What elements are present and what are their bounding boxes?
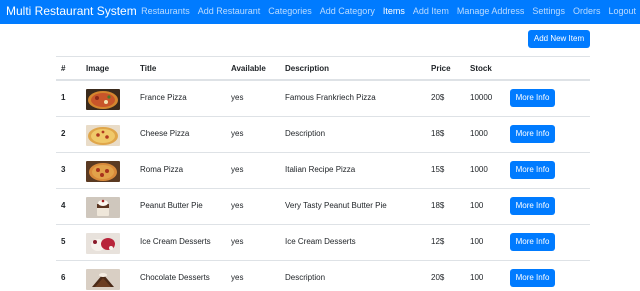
nav-link-add-item[interactable]: Add Item [413,6,449,17]
nav-link-restaurants[interactable]: Restaurants [141,6,190,17]
item-title: France Pizza [140,93,187,102]
more-info-button[interactable]: More Info [510,89,555,107]
row-num: 4 [61,201,66,210]
dessert-image [86,197,120,218]
item-title: Chocolate Desserts [140,273,210,282]
pizza-image [86,89,120,110]
nav-links: Restaurants Add Restaurant Categories Ad… [141,6,636,17]
item-available: yes [231,93,244,102]
more-info-button[interactable]: More Info [510,125,555,143]
item-description: Very Tasty Peanut Butter Pie [285,201,387,210]
brand-title[interactable]: Multi Restaurant System [6,4,137,18]
table-row: 6 Chocolate Desserts yes Description 20$… [56,261,590,291]
item-price: 12$ [431,237,445,246]
pizza-image [86,125,120,146]
pizza-image [86,161,120,182]
item-available: yes [231,129,244,138]
header-image: Image [86,64,110,73]
item-stock: 100 [470,201,484,210]
item-stock: 100 [470,273,484,282]
nav-link-logout[interactable]: Logout [608,6,636,17]
item-price: 15$ [431,165,445,174]
item-available: yes [231,165,244,174]
item-stock: 10000 [470,93,493,102]
top-navbar: Multi Restaurant System Restaurants Add … [0,0,640,24]
item-description: Famous Frankriech Pizza [285,93,376,102]
table-row: 5 Ice Cream Desserts yes Ice Cream Desse… [56,225,590,261]
item-stock: 100 [470,237,484,246]
items-table: # Image Title Available Description Pric… [56,56,590,291]
more-info-button[interactable]: More Info [510,197,555,215]
table-header-row: # Image Title Available Description Pric… [56,57,590,81]
item-price: 18$ [431,201,445,210]
item-description: Description [285,129,326,138]
item-price: 18$ [431,129,445,138]
table-row: 4 Peanut Butter Pie yes Very Tasty Peanu… [56,189,590,225]
nav-link-items[interactable]: Items [383,6,405,17]
item-title: Roma Pizza [140,165,184,174]
nav-link-settings[interactable]: Settings [532,6,565,17]
add-new-item-button[interactable]: Add New Item [528,30,590,48]
item-title: Peanut Butter Pie [140,201,203,210]
more-info-button[interactable]: More Info [510,269,555,287]
item-available: yes [231,237,244,246]
item-available: yes [231,201,244,210]
row-num: 5 [61,237,66,246]
row-num: 3 [61,165,66,174]
nav-link-add-restaurant[interactable]: Add Restaurant [198,6,261,17]
item-available: yes [231,273,244,282]
item-title: Cheese Pizza [140,129,190,138]
row-num: 6 [61,273,66,282]
more-info-button[interactable]: More Info [510,161,555,179]
header-description: Description [285,64,330,73]
table-row: 3 Roma Pizza yes Italian Recipe Pizza 15… [56,153,590,189]
header-title: Title [140,64,157,73]
header-available: Available [231,64,266,73]
nav-link-manage-address[interactable]: Manage Address [457,6,525,17]
row-num: 1 [61,93,66,102]
table-row: 1 France Pizza yes Famous Frankriech Piz… [56,81,590,117]
item-stock: 1000 [470,165,488,174]
item-description: Ice Cream Desserts [285,237,356,246]
dessert-image [86,269,120,290]
item-description: Italian Recipe Pizza [285,165,356,174]
header-stock: Stock [470,64,492,73]
header-price: Price [431,64,451,73]
nav-link-orders[interactable]: Orders [573,6,601,17]
row-num: 2 [61,129,66,138]
item-title: Ice Cream Desserts [140,237,211,246]
more-info-button[interactable]: More Info [510,233,555,251]
table-row: 2 Cheese Pizza yes Description 18$ 1000 … [56,117,590,153]
nav-link-categories[interactable]: Categories [268,6,312,17]
item-price: 20$ [431,273,445,282]
header-num: # [61,64,66,73]
item-price: 20$ [431,93,445,102]
item-stock: 1000 [470,129,488,138]
item-description: Description [285,273,326,282]
nav-link-add-category[interactable]: Add Category [320,6,375,17]
dessert-image [86,233,120,254]
